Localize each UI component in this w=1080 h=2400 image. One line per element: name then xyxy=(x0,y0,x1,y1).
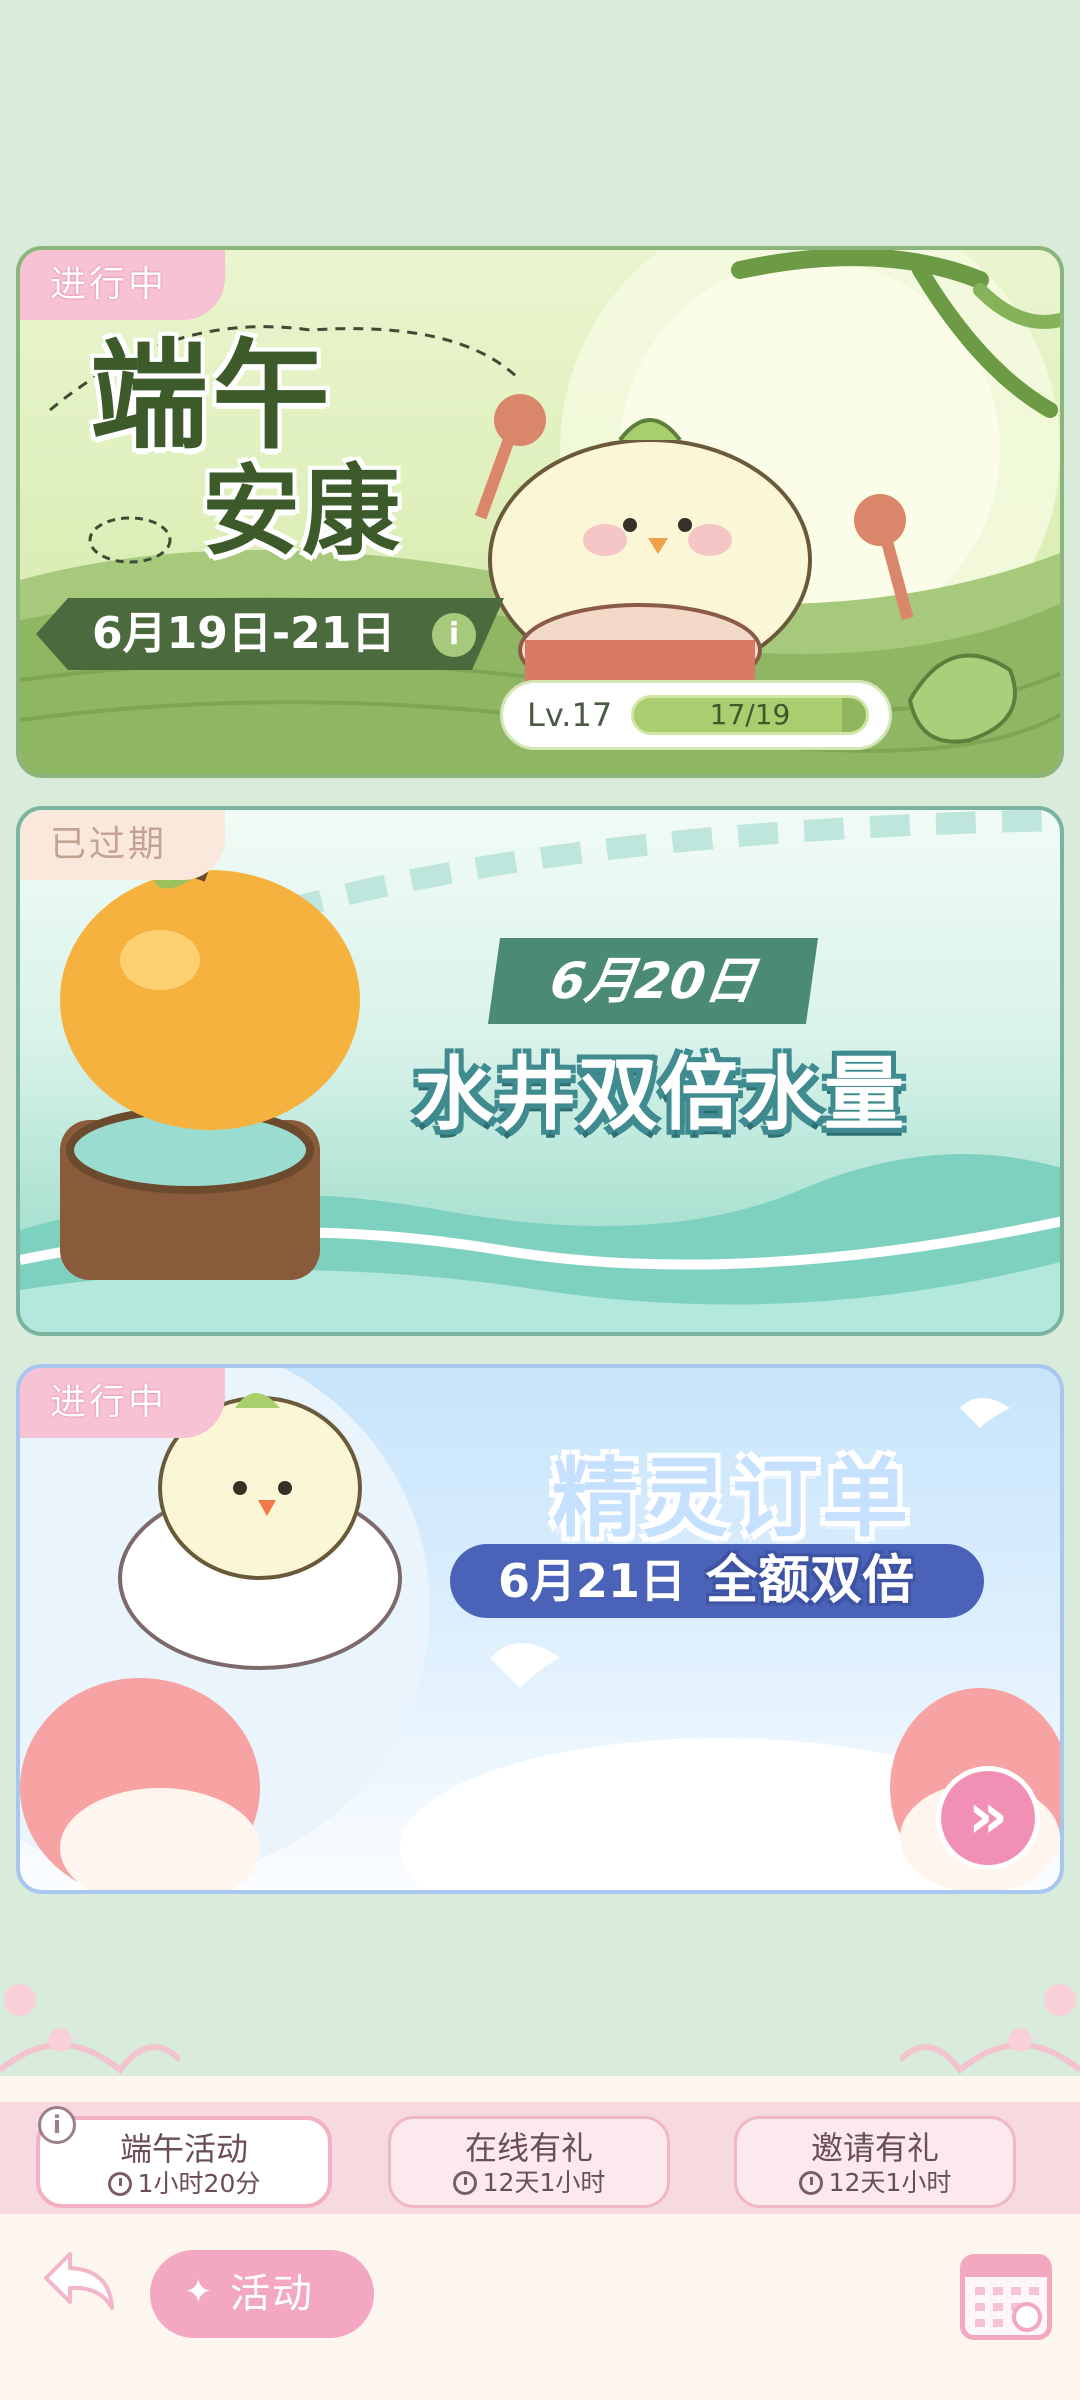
status-badge: 已过期 xyxy=(20,810,225,880)
event-title: 精灵订单 xyxy=(552,1449,912,1549)
event-date: 6月21日 xyxy=(498,1554,687,1608)
clock-icon xyxy=(798,2171,823,2195)
progress-text: 17/19 xyxy=(709,698,791,731)
tab-title: 端午活动 xyxy=(119,2130,248,2168)
event-title: 水井双倍水量 xyxy=(414,1048,906,1141)
status-badge: 进行中 xyxy=(20,250,225,320)
status-badge: 进行中 xyxy=(20,1368,225,1438)
double-chevron-right-icon[interactable]: » xyxy=(936,1766,1040,1870)
calendar-grid xyxy=(965,2259,1047,2332)
event-subtitle: 全额双倍 xyxy=(706,1551,915,1611)
info-icon[interactable]: i xyxy=(38,2106,76,2144)
back-arrow-icon[interactable] xyxy=(40,2246,120,2318)
tab-timer: 12天1小时 xyxy=(737,2167,1013,2199)
tab-title: 邀请有礼 xyxy=(810,2129,939,2167)
floral-decoration-right xyxy=(900,1984,1080,2075)
event-card-spirit-orders[interactable]: 进行中 精灵订单 6月21日 全额双倍 » xyxy=(16,1364,1064,1894)
sparkle-icon: ✦ xyxy=(184,2272,215,2312)
activity-button[interactable]: ✦ 活动 xyxy=(150,2250,374,2338)
tab-time: 1小时20分 xyxy=(137,2169,261,2198)
event-date: 6月20日 xyxy=(487,938,819,1024)
tab-dragon-boat-activity[interactable]: 端午活动 1小时20分 xyxy=(36,2116,332,2208)
event-card-water-well[interactable]: 已过期 6月20日 水井双倍水量 xyxy=(16,806,1064,1336)
clock-icon xyxy=(452,2171,477,2195)
event-card-dragon-boat[interactable]: 进行中 端午 安康 6月19日-21日 i Lv.17 17/19 xyxy=(16,246,1064,778)
tab-title: 在线有礼 xyxy=(464,2129,593,2167)
tab-timer: 12天1小时 xyxy=(391,2167,667,2199)
level-label: Lv.17 xyxy=(527,696,613,734)
tab-time: 12天1小时 xyxy=(828,2168,952,2197)
clock-icon xyxy=(107,2172,132,2196)
event-subtitle-pill: 6月21日 全额双倍 xyxy=(450,1544,984,1618)
level-progress: Lv.17 17/19 xyxy=(500,680,892,750)
info-icon[interactable]: i xyxy=(432,613,476,657)
progress-bar: 17/19 xyxy=(631,695,869,735)
tab-invite-gift[interactable]: 邀请有礼 12天1小时 xyxy=(734,2116,1016,2208)
floral-decoration-left xyxy=(0,1984,180,2075)
activity-button-label: 活动 xyxy=(230,2271,314,2317)
tab-timer: 1小时20分 xyxy=(40,2168,328,2200)
tab-online-gift[interactable]: 在线有礼 12天1小时 xyxy=(388,2116,670,2208)
calendar-icon[interactable] xyxy=(960,2254,1052,2340)
event-title-line2: 安康 xyxy=(202,455,403,569)
tab-time: 12天1小时 xyxy=(482,2168,606,2197)
